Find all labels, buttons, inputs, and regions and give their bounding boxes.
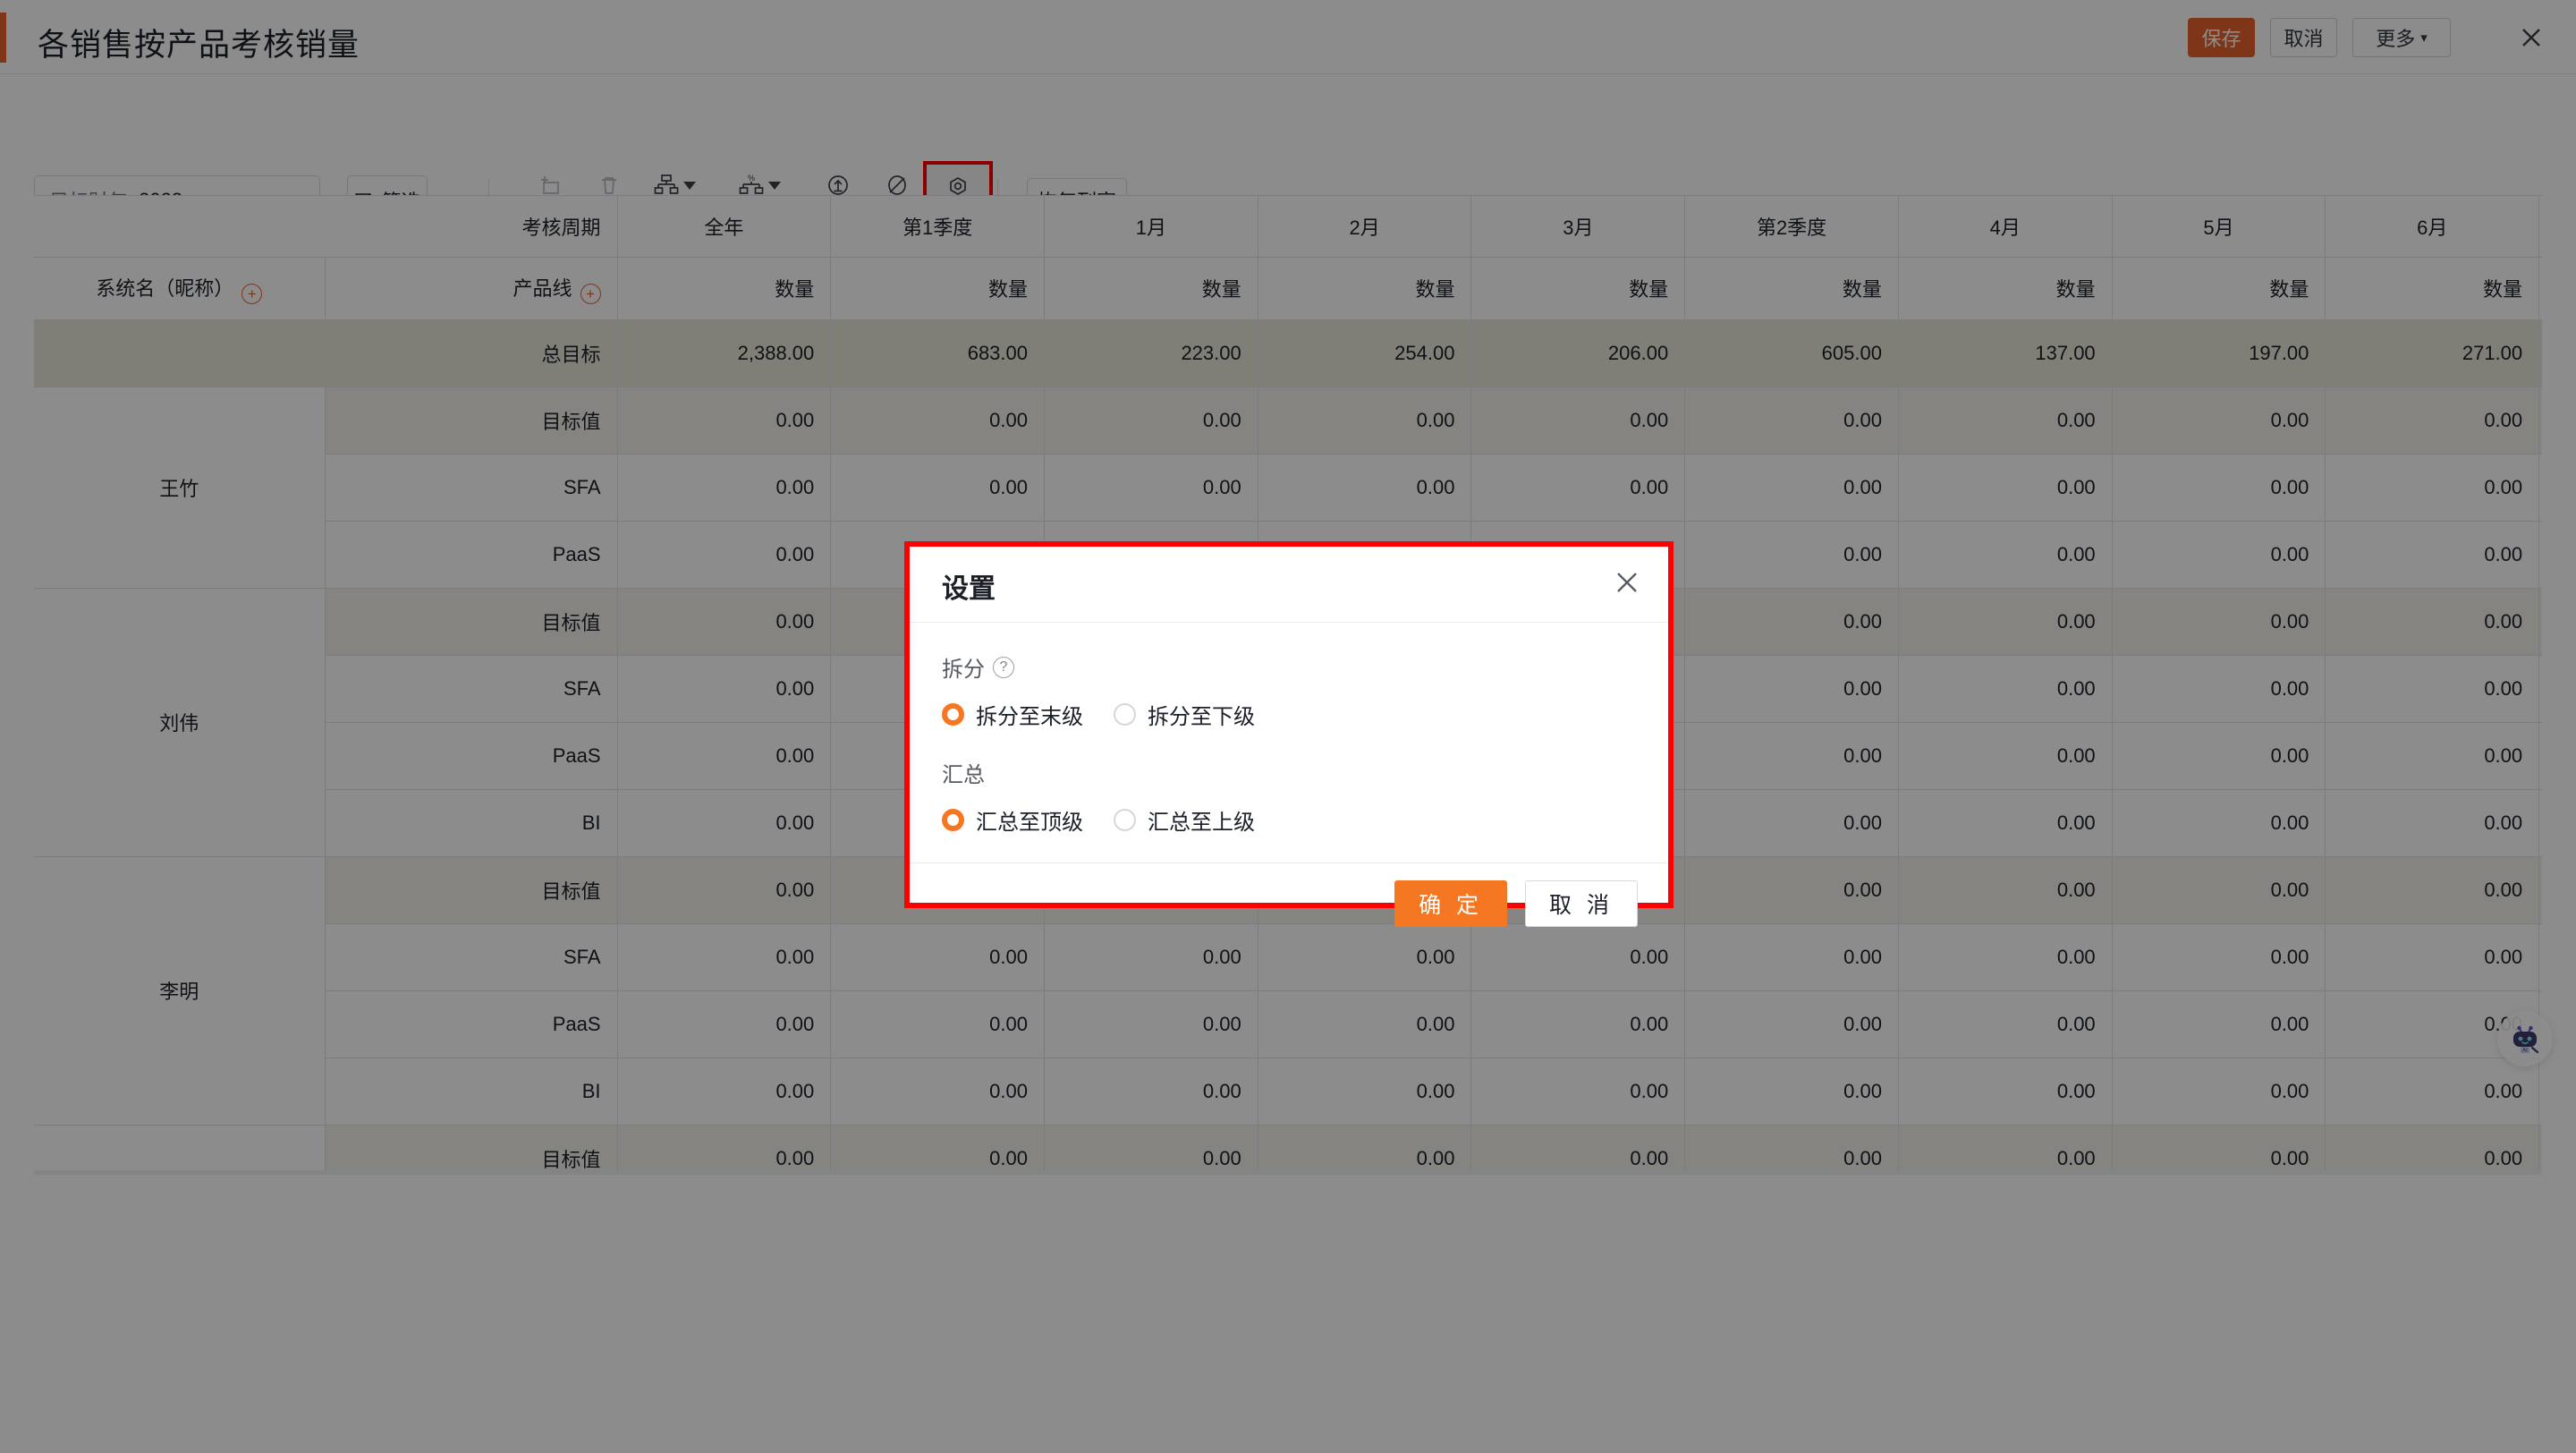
dialog-header: 设置	[910, 547, 1668, 623]
help-circle-icon[interactable]: ?	[993, 656, 1014, 678]
rollup-option-to-top[interactable]: 汇总至顶级	[942, 804, 1083, 836]
rollup-label-text: 汇总	[942, 763, 985, 787]
radio-indicator	[1114, 809, 1136, 831]
dialog-footer: 确 定 取 消	[910, 862, 1668, 943]
split-radio-group[interactable]: 拆分至末级 拆分至下级	[942, 699, 1636, 730]
radio-label: 拆分至下级	[1148, 705, 1255, 729]
rollup-radio-group[interactable]: 汇总至顶级 汇总至上级	[942, 804, 1636, 836]
radio-indicator	[942, 703, 964, 726]
dialog-close-button[interactable]	[1611, 566, 1643, 599]
radio-indicator	[942, 809, 964, 831]
split-label-text: 拆分	[942, 658, 985, 682]
split-option-to-next-level[interactable]: 拆分至下级	[1114, 699, 1255, 730]
dialog-cancel-button[interactable]: 取 消	[1525, 879, 1638, 927]
dialog-body: 拆分 ? 拆分至末级 拆分至下级 汇总 汇总至顶级 汇总至上级	[910, 623, 1668, 862]
radio-label: 汇总至顶级	[976, 811, 1083, 835]
rollup-option-to-parent[interactable]: 汇总至上级	[1114, 804, 1255, 836]
settings-dialog: 设置 拆分 ? 拆分至末级 拆分至下级 汇总 汇总至顶级 汇总至上级 确 定 取…	[904, 541, 1674, 927]
split-option-to-leaf[interactable]: 拆分至末级	[942, 699, 1083, 730]
close-icon	[1617, 573, 1637, 592]
dialog-confirm-button[interactable]: 确 定	[1394, 879, 1508, 927]
rollup-section-label: 汇总	[942, 757, 1636, 788]
radio-label: 拆分至末级	[976, 705, 1083, 729]
dialog-title: 设置	[942, 574, 996, 604]
radio-label: 汇总至上级	[1148, 811, 1255, 835]
radio-indicator	[1114, 703, 1136, 726]
split-section-label: 拆分 ?	[942, 651, 1636, 683]
